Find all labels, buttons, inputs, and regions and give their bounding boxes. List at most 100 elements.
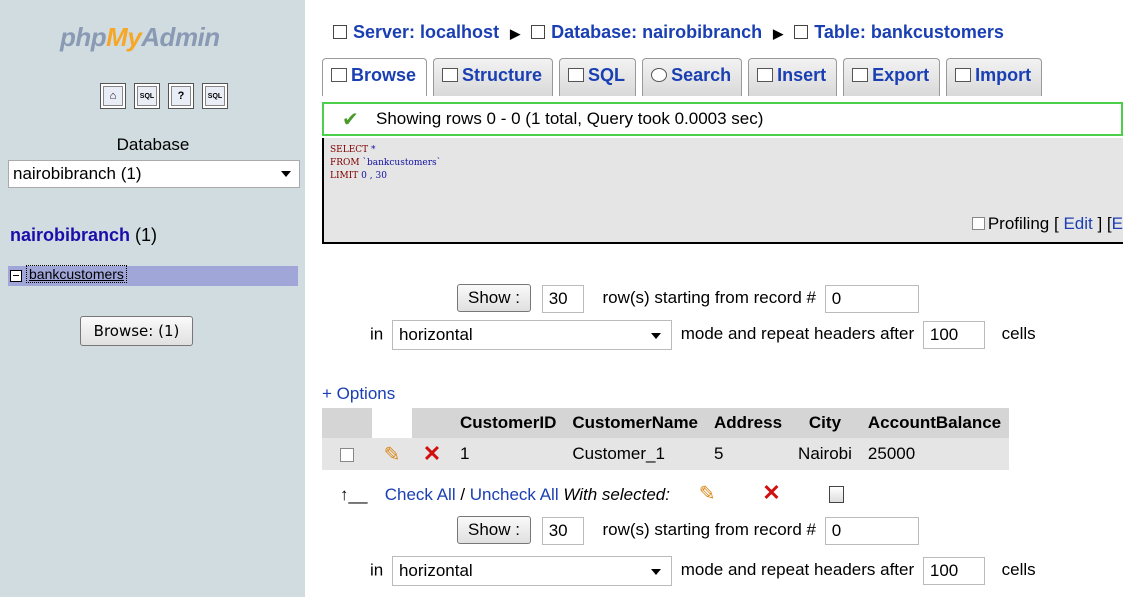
insert-icon (757, 68, 774, 82)
database-icon (531, 25, 546, 39)
query-window-icon[interactable]: SQL (202, 83, 228, 109)
pencil-icon[interactable]: ✎ (384, 444, 401, 466)
in-label: in (370, 324, 384, 344)
tab-insert[interactable]: Insert (748, 58, 838, 96)
options-link[interactable]: + Options (322, 384, 395, 404)
check-icon: ✔ (342, 109, 359, 131)
start-record-input[interactable]: 0 (824, 516, 919, 545)
sql-icon[interactable]: SQL (134, 83, 160, 109)
database-select[interactable]: nairobibranch (1) (8, 160, 300, 188)
breadcrumb-table[interactable]: Table: bankcustomers (814, 22, 1004, 42)
with-selected-label: With selected: (563, 485, 670, 504)
in-label: in (370, 560, 384, 580)
database-link-name[interactable]: nairobibranch (10, 225, 130, 245)
tab-browse[interactable]: Browse (322, 58, 428, 96)
help-icon-glyph: ? (171, 86, 191, 106)
import-icon (955, 68, 972, 82)
help-icon[interactable]: ? (168, 83, 194, 109)
tab-label: Search (671, 65, 732, 85)
rows-count-input[interactable]: 30 (541, 516, 584, 545)
explain-query-link[interactable]: E (1112, 214, 1123, 233)
database-select-value: nairobibranch (1) (13, 164, 142, 183)
sidebar-item-bankcustomers[interactable]: bankcustomers (8, 265, 298, 286)
query-window-icon-glyph: SQL (205, 86, 225, 106)
starting-from-label: row(s) starting from record # (602, 288, 816, 307)
browse-button[interactable]: Browse: (1) (80, 316, 193, 346)
profiling-label: Profiling (987, 214, 1050, 233)
home-icon[interactable]: ⌂ (100, 83, 126, 109)
sql-text: `bankcustomers` (359, 158, 442, 168)
pencil-icon[interactable]: ✎ (699, 483, 716, 505)
row-delete-cell: ✕ (412, 438, 452, 470)
sidebar-item-label[interactable]: bankcustomers (26, 265, 127, 283)
home-icon-glyph: ⌂ (103, 86, 123, 106)
edit-query-link[interactable]: Edit (1063, 214, 1092, 233)
tab-label: Import (975, 65, 1032, 85)
column-header-city[interactable]: City (790, 408, 860, 438)
column-header-customername[interactable]: CustomerName (564, 408, 707, 438)
database-link[interactable]: nairobibranch (1) (10, 225, 157, 246)
tab-label: Insert (777, 65, 827, 85)
tab-label: Browse (351, 65, 417, 85)
uncheck-all-link[interactable]: Uncheck All (470, 485, 559, 504)
delete-icon[interactable]: ✕ (762, 480, 780, 505)
database-link-count: (1) (135, 225, 158, 245)
bracket-text: [ (1053, 214, 1059, 233)
cells-label: cells (1001, 560, 1036, 580)
chevron-down-icon (281, 171, 291, 177)
row-edit-cell: ✎ (372, 438, 412, 470)
navigation-sidebar: phpMyAdmin ⌂ SQL ? SQL Database nairobib… (0, 0, 306, 597)
start-record-input[interactable]: 0 (824, 284, 919, 313)
export-icon[interactable] (829, 486, 845, 503)
table-icon (794, 25, 809, 39)
tab-sql[interactable]: SQL (559, 58, 637, 96)
success-message-text: Showing rows 0 - 0 (1 total, Query took … (376, 109, 764, 128)
column-header-address[interactable]: Address (706, 408, 791, 438)
display-mode-select[interactable]: horizontal (391, 320, 672, 350)
tab-import[interactable]: Import (946, 58, 1043, 96)
cell-city: Nairobi (790, 438, 860, 470)
sql-query-box: SELECT * FROM `bankcustomers` LIMIT 0 , … (322, 138, 1123, 244)
database-label: Database (116, 135, 190, 154)
logo-php-text: php (60, 22, 107, 52)
header-edit-column (372, 408, 412, 438)
tab-label: Structure (462, 65, 543, 85)
tab-structure[interactable]: Structure (433, 58, 554, 96)
search-icon (651, 68, 668, 82)
repeat-headers-input[interactable]: 100 (922, 557, 985, 585)
breadcrumb-separator-icon: ▶ (510, 26, 521, 41)
rows-count-input[interactable]: 30 (541, 284, 584, 313)
row-checkbox[interactable] (340, 447, 354, 462)
row-select-cell (322, 438, 372, 470)
column-header-customerid[interactable]: CustomerID (452, 408, 565, 438)
sql-query-text[interactable]: SELECT * FROM `bankcustomers` LIMIT 0 , … (330, 144, 441, 183)
nav-mode-row-bottom: in horizontal mode and repeat headers af… (370, 556, 1036, 586)
with-selected-bar: ↑__ Check All / Uncheck All With selecte… (340, 480, 845, 506)
tab-export[interactable]: Export (843, 58, 941, 96)
success-message: ✔ Showing rows 0 - 0 (1 total, Query too… (322, 102, 1123, 136)
breadcrumb-database[interactable]: Database: nairobibranch (551, 22, 762, 42)
repeat-headers-label: mode and repeat headers after (680, 560, 915, 580)
tab-search[interactable]: Search (642, 58, 743, 96)
phpmyadmin-logo[interactable]: phpMyAdmin (60, 22, 220, 53)
check-all-link[interactable]: Check All (385, 485, 456, 504)
column-header-accountbalance[interactable]: AccountBalance (859, 408, 1010, 438)
cell-customerid: 1 (452, 438, 565, 470)
sql-keyword: FROM (330, 158, 360, 168)
show-button[interactable]: Show : (457, 284, 531, 312)
sql-keyword: SELECT (330, 145, 369, 155)
breadcrumb-server[interactable]: Server: localhost (353, 22, 499, 42)
repeat-headers-input[interactable]: 100 (922, 321, 985, 349)
display-mode-value: horizontal (398, 561, 473, 580)
breadcrumb: Server: localhost ▶ Database: nairobibra… (333, 22, 1004, 43)
nav-controls-top: Show : 30 row(s) starting from record # … (457, 284, 919, 313)
repeat-headers-label: mode and repeat headers after (680, 324, 915, 344)
profiling-bar: Profiling [ Edit ] [E (971, 214, 1123, 234)
show-button[interactable]: Show : (457, 516, 531, 544)
display-mode-select[interactable]: horizontal (391, 556, 672, 586)
breadcrumb-separator-icon: ▶ (773, 26, 784, 41)
profiling-checkbox[interactable] (971, 217, 985, 230)
delete-icon[interactable]: ✕ (423, 441, 441, 466)
table-icon[interactable] (10, 270, 22, 282)
header-delete-column (412, 408, 452, 438)
